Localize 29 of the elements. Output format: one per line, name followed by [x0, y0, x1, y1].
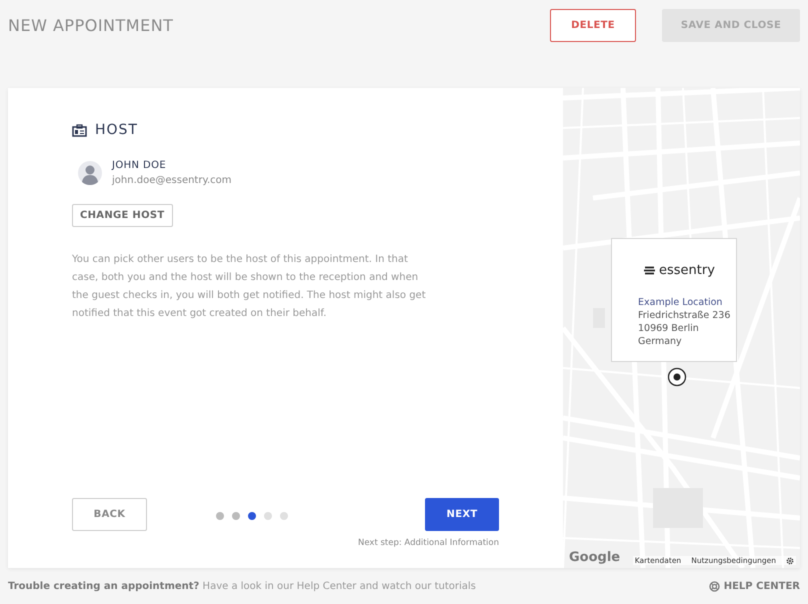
address-line: Germany: [638, 335, 683, 348]
step-dot: [280, 512, 288, 520]
address-line: Friedrichstraße 236: [638, 309, 732, 322]
logo-icon: [644, 266, 656, 275]
host-email: john.doe@essentry.com: [112, 175, 232, 186]
host-description: You can pick other users to be the host of this appointment. In that case, both you and the host will be shown to the reception and when the guest checks in, you will both get notified. The host might also get notified that this event got created on their behalf.: [72, 253, 427, 321]
change-host-button[interactable]: CHANGE HOST: [72, 204, 173, 227]
section-heading: HOST: [95, 122, 138, 138]
help-text: Trouble creating an appointment? Have a look in our Help Center and watch our tutorials: [8, 580, 476, 592]
location-name: Example Location: [638, 296, 724, 309]
host-name: JOHN DOE: [112, 160, 168, 171]
help-center-link[interactable]: HELP CENTER: [708, 580, 800, 592]
settings-icon[interactable]: [786, 556, 794, 564]
id-card-icon: [72, 124, 87, 136]
next-button[interactable]: NEXT: [425, 498, 499, 531]
delete-button[interactable]: DELETE: [550, 8, 636, 42]
step-dot: [248, 512, 256, 520]
map-provider-logo: Google: [569, 550, 620, 565]
page-title: NEW APPOINTMENT: [8, 16, 174, 34]
step-dot: [264, 512, 272, 520]
next-step-hint: Next step: Additional Information: [358, 538, 499, 548]
avatar-icon: [78, 161, 102, 185]
lifebuoy-icon: [708, 580, 720, 592]
location-pin-icon: [667, 367, 687, 387]
company-logo: essentry: [659, 263, 715, 278]
step-dot: [232, 512, 240, 520]
step-dot: [216, 512, 224, 520]
back-button[interactable]: BACK: [72, 498, 147, 531]
address-line: 10969 Berlin: [638, 322, 700, 335]
